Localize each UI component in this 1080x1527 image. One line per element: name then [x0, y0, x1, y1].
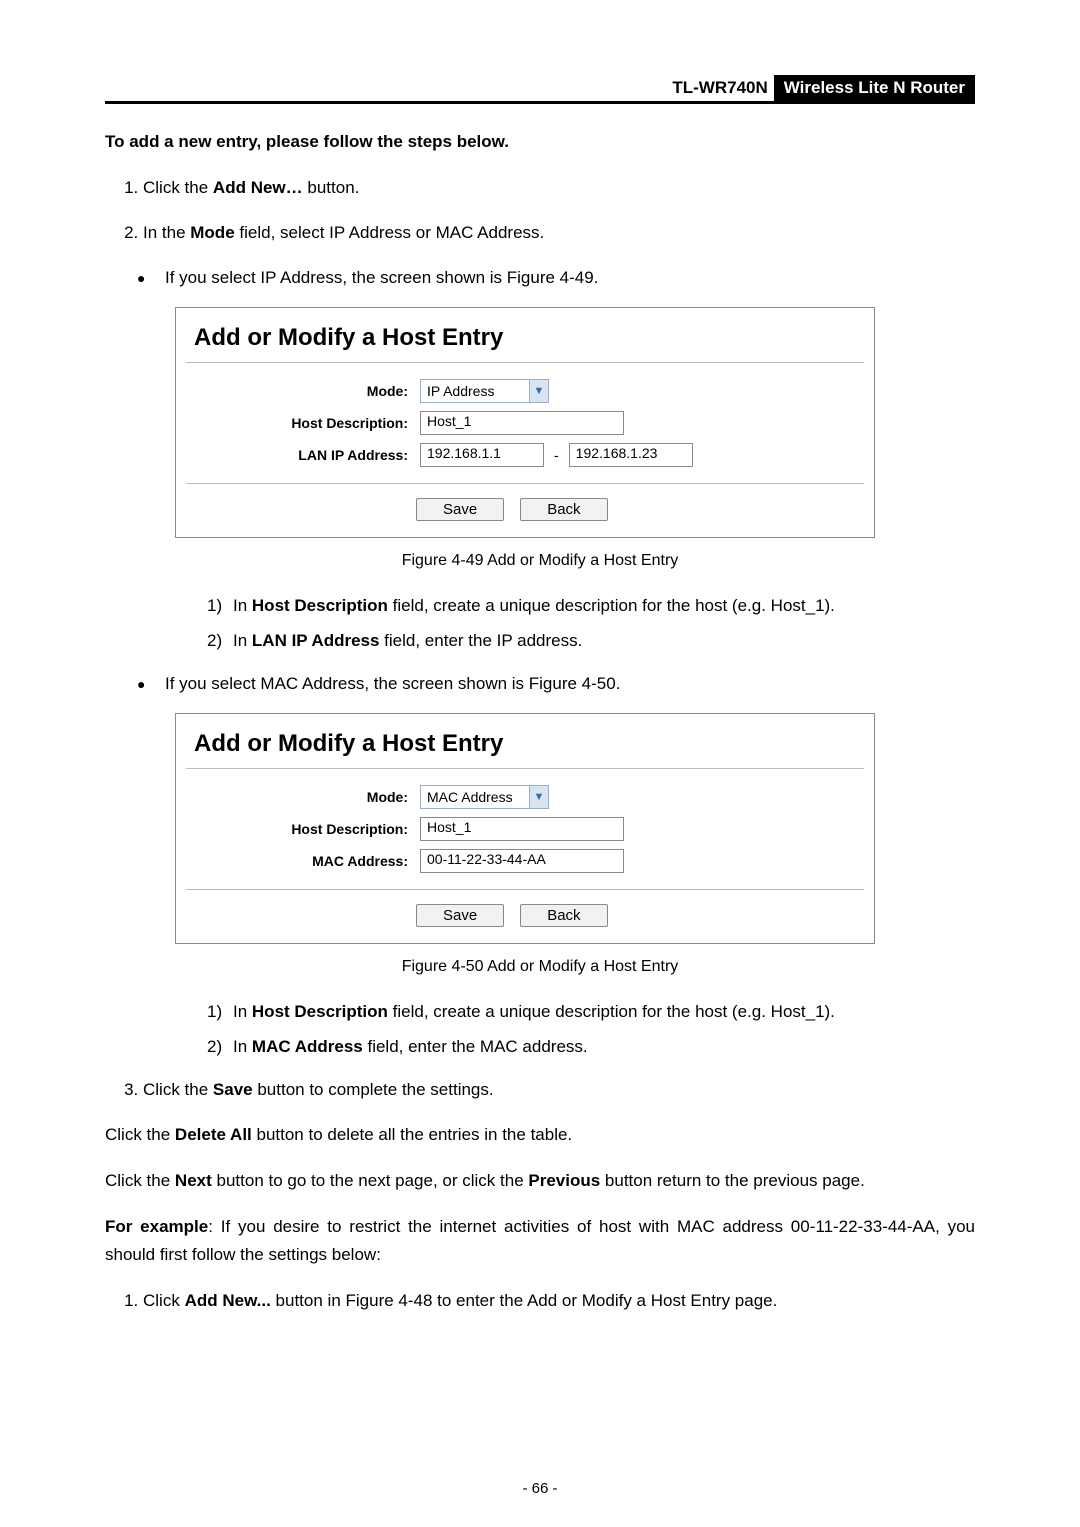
sub49-2: In LAN IP Address field, enter the IP ad…: [233, 627, 975, 656]
chevron-down-icon: ▼: [529, 380, 548, 402]
intro-heading: To add a new entry, please follow the st…: [105, 132, 975, 152]
figure-4-49: Add or Modify a Host Entry Mode: IP Addr…: [175, 307, 875, 538]
model-label: TL-WR740N: [666, 75, 773, 101]
fig50-mode-select[interactable]: MAC Address ▼: [420, 785, 549, 809]
fig49-mode-select[interactable]: IP Address ▼: [420, 379, 549, 403]
fig49-lanip-label: LAN IP Address:: [188, 447, 420, 463]
fig50-mac-input[interactable]: 00-11-22-33-44-AA: [420, 849, 624, 873]
bullet-mac: If you select MAC Address, the screen sh…: [165, 670, 975, 699]
fig50-mode-value: MAC Address: [421, 789, 529, 805]
main-steps-list-cont: Click the Save button to complete the se…: [105, 1076, 975, 1103]
fig50-hostdesc-input[interactable]: Host_1: [420, 817, 624, 841]
para-navigation: Click the Next button to go to the next …: [105, 1167, 975, 1195]
fig50-title: Add or Modify a Host Entry: [176, 714, 874, 768]
ip-bullet-list: If you select IP Address, the screen sho…: [105, 264, 975, 293]
fig49-title: Add or Modify a Host Entry: [176, 308, 874, 362]
bullet-ip: If you select IP Address, the screen sho…: [165, 264, 975, 293]
para-example: For example: If you desire to restrict t…: [105, 1213, 975, 1269]
ip-range-dash: -: [550, 447, 563, 463]
fig49-ipfrom-input[interactable]: 192.168.1.1: [420, 443, 544, 467]
fig49-substeps: In Host Description field, create a uniq…: [205, 592, 975, 656]
fig49-hostdesc-input[interactable]: Host_1: [420, 411, 624, 435]
example-steps-list: Click Add New... button in Figure 4-48 t…: [105, 1287, 975, 1314]
sub49-1: In Host Description field, create a uniq…: [233, 592, 975, 621]
sub50-1: In Host Description field, create a uniq…: [233, 998, 975, 1027]
fig49-mode-label: Mode:: [188, 383, 420, 399]
fig50-divider: [186, 768, 864, 769]
example-step-1: Click Add New... button in Figure 4-48 t…: [143, 1287, 975, 1314]
fig50-mode-label: Mode:: [188, 789, 420, 805]
para-delete-all: Click the Delete All button to delete al…: [105, 1121, 975, 1149]
fig49-hostdesc-label: Host Description:: [188, 415, 420, 431]
fig50-substeps: In Host Description field, create a uniq…: [205, 998, 975, 1062]
fig49-mode-value: IP Address: [421, 383, 529, 399]
fig50-back-button[interactable]: Back: [520, 904, 607, 927]
mac-bullet-list: If you select MAC Address, the screen sh…: [105, 670, 975, 699]
step-3: Click the Save button to complete the se…: [143, 1076, 975, 1103]
page-number: - 66 -: [0, 1480, 1080, 1497]
fig49-divider: [186, 362, 864, 363]
fig50-hostdesc-label: Host Description:: [188, 821, 420, 837]
fig49-back-button[interactable]: Back: [520, 498, 607, 521]
fig49-save-button[interactable]: Save: [416, 498, 504, 521]
fig50-mac-label: MAC Address:: [188, 853, 420, 869]
chevron-down-icon: ▼: [529, 786, 548, 808]
main-steps-list: Click the Add New… button. In the Mode f…: [105, 174, 975, 246]
fig49-caption: Figure 4-49 Add or Modify a Host Entry: [105, 552, 975, 570]
figure-4-50: Add or Modify a Host Entry Mode: MAC Add…: [175, 713, 875, 944]
sub50-2: In MAC Address field, enter the MAC addr…: [233, 1033, 975, 1062]
fig49-ipto-input[interactable]: 192.168.1.23: [569, 443, 693, 467]
page-header: TL-WR740NWireless Lite N Router: [105, 75, 975, 104]
step-1: Click the Add New… button.: [143, 174, 975, 201]
fig50-save-button[interactable]: Save: [416, 904, 504, 927]
step-2: In the Mode field, select IP Address or …: [143, 219, 975, 246]
fig50-caption: Figure 4-50 Add or Modify a Host Entry: [105, 958, 975, 976]
model-subtitle: Wireless Lite N Router: [774, 75, 975, 101]
